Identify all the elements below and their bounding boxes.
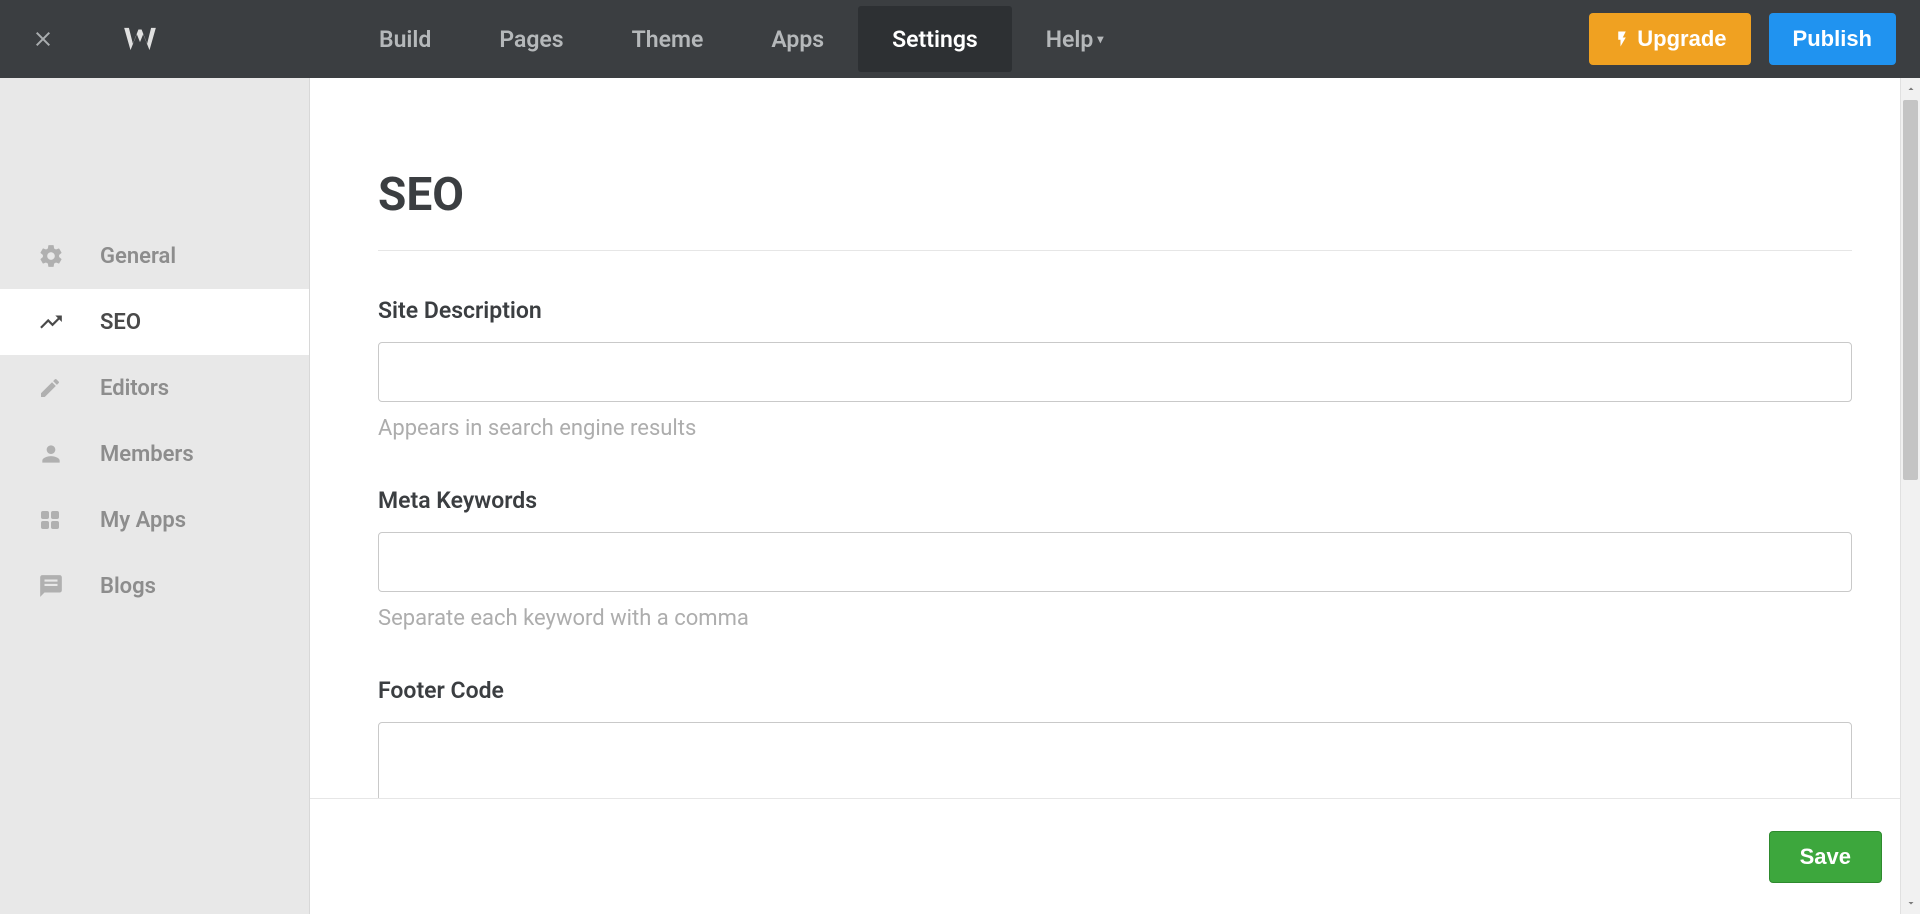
sidebar-item-label: SEO — [100, 310, 141, 335]
save-button[interactable]: Save — [1769, 831, 1882, 883]
nav-build[interactable]: Build — [345, 6, 465, 72]
publish-button[interactable]: Publish — [1769, 13, 1896, 65]
scrollbar[interactable] — [1900, 78, 1920, 914]
lightning-icon — [1613, 27, 1631, 51]
topbar: Build Pages Theme Apps Settings Help▾ Up… — [0, 0, 1920, 78]
scroll-down-arrow-icon[interactable] — [1901, 892, 1920, 914]
page-title: SEO — [378, 168, 1852, 251]
trending-icon — [38, 309, 100, 335]
nav-theme[interactable]: Theme — [598, 6, 738, 72]
field-label: Site Description — [378, 297, 1852, 324]
nav-apps[interactable]: Apps — [737, 6, 858, 72]
nav-label: Help — [1046, 26, 1094, 53]
nav-label: Build — [379, 26, 431, 53]
sidebar-item-label: General — [100, 244, 176, 269]
publish-label: Publish — [1793, 26, 1872, 52]
person-icon — [38, 441, 100, 467]
sidebar-item-members[interactable]: Members — [0, 421, 309, 487]
sidebar-item-general[interactable]: General — [0, 223, 309, 289]
site-description-input[interactable] — [378, 342, 1852, 402]
footer-code-textarea[interactable] — [378, 722, 1852, 798]
upgrade-button[interactable]: Upgrade — [1589, 13, 1750, 65]
nav-label: Settings — [892, 26, 978, 53]
caret-down-icon: ▾ — [1097, 32, 1103, 46]
sidebar-item-blogs[interactable]: Blogs — [0, 553, 309, 619]
sidebar-item-seo[interactable]: SEO — [0, 289, 309, 355]
topbar-actions: Upgrade Publish — [1589, 13, 1920, 65]
nav-label: Pages — [499, 26, 563, 53]
nav-help[interactable]: Help▾ — [1012, 6, 1138, 72]
gear-icon — [38, 243, 100, 269]
meta-keywords-input[interactable] — [378, 532, 1852, 592]
sidebar: General SEO Editors Members My Apps Blog… — [0, 78, 310, 914]
logo-icon — [121, 24, 159, 54]
footer-bar: Save — [310, 798, 1920, 914]
close-icon — [31, 27, 55, 51]
field-help: Separate each keyword with a comma — [378, 606, 1852, 631]
layout: General SEO Editors Members My Apps Blog… — [0, 78, 1920, 914]
sidebar-item-label: Members — [100, 442, 194, 467]
save-label: Save — [1800, 844, 1851, 869]
nav-label: Apps — [771, 26, 824, 53]
main: SEO Site Description Appears in search e… — [310, 78, 1920, 914]
nav-settings[interactable]: Settings — [858, 6, 1012, 72]
close-button[interactable] — [0, 0, 85, 78]
field-meta-keywords: Meta Keywords Separate each keyword with… — [378, 487, 1852, 631]
main-scroll[interactable]: SEO Site Description Appears in search e… — [310, 78, 1920, 798]
topbar-left — [0, 0, 195, 78]
field-footer-code: Footer Code — [378, 677, 1852, 798]
apps-icon — [38, 508, 100, 532]
sidebar-item-label: My Apps — [100, 508, 186, 533]
field-site-description: Site Description Appears in search engin… — [378, 297, 1852, 441]
field-help: Appears in search engine results — [378, 416, 1852, 441]
sidebar-item-editors[interactable]: Editors — [0, 355, 309, 421]
weebly-logo[interactable] — [85, 0, 195, 78]
upgrade-label: Upgrade — [1637, 26, 1726, 52]
nav-label: Theme — [632, 26, 704, 53]
sidebar-item-label: Editors — [100, 376, 169, 401]
topnav: Build Pages Theme Apps Settings Help▾ — [345, 0, 1137, 78]
scrollbar-thumb[interactable] — [1903, 100, 1918, 480]
nav-pages[interactable]: Pages — [465, 6, 597, 72]
sidebar-item-label: Blogs — [100, 574, 156, 599]
comment-icon — [38, 573, 100, 599]
field-label: Meta Keywords — [378, 487, 1852, 514]
sidebar-item-myapps[interactable]: My Apps — [0, 487, 309, 553]
field-label: Footer Code — [378, 677, 1852, 704]
scroll-up-arrow-icon[interactable] — [1901, 78, 1920, 100]
pencil-icon — [38, 376, 100, 400]
